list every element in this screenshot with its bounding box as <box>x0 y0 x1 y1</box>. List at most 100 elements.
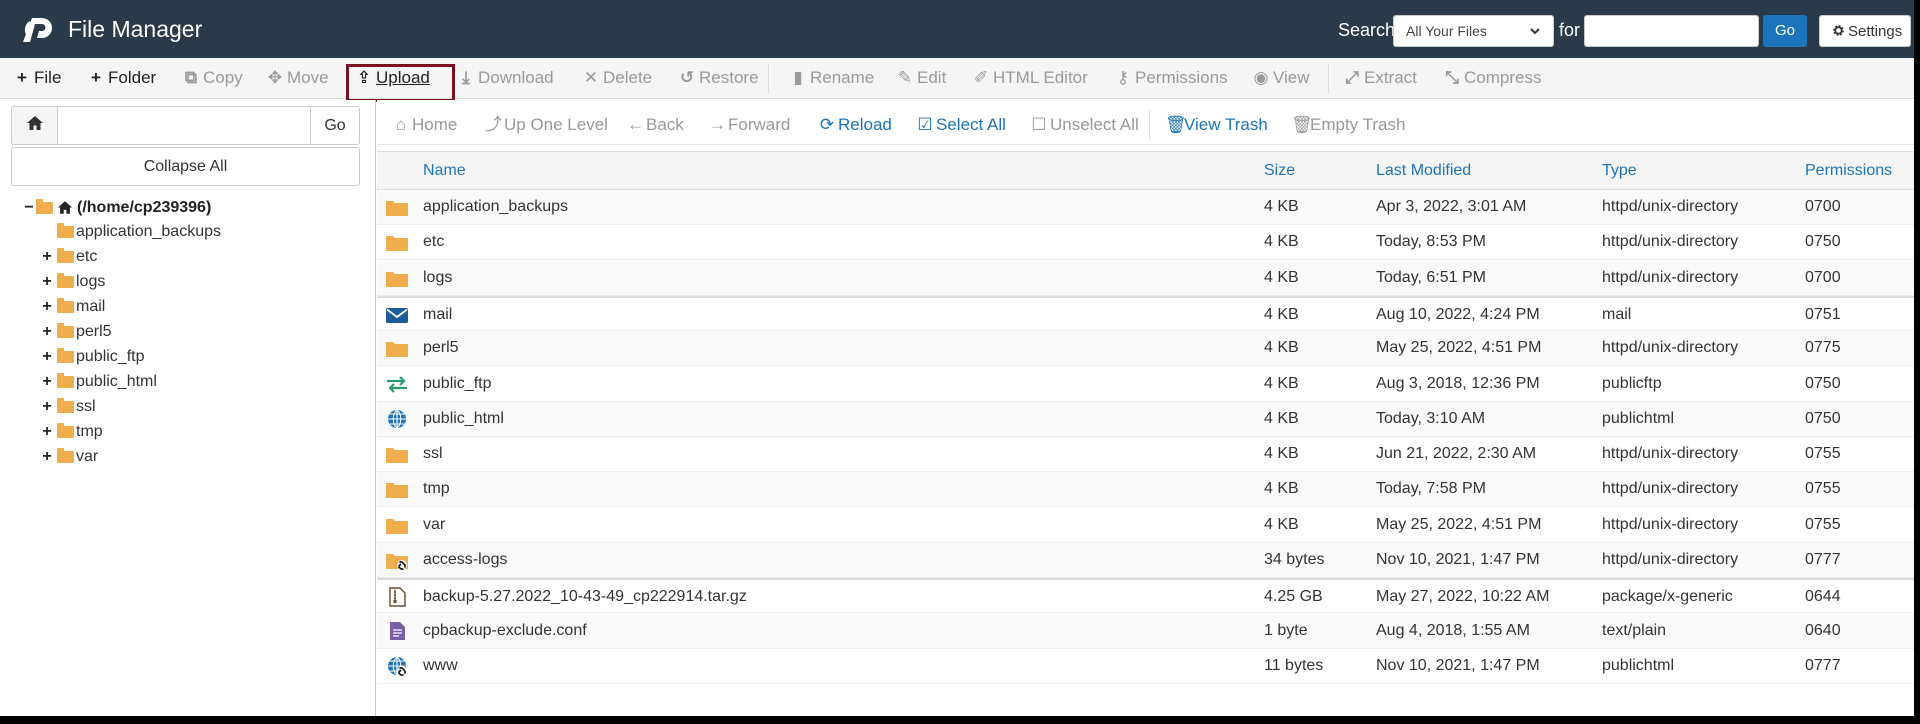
file-name-cell[interactable]: ssl <box>423 437 443 471</box>
extract-button[interactable]: ⤢ Extract <box>1344 58 1417 99</box>
up-one-level-button[interactable]: ⤴ Up One Level <box>485 106 608 144</box>
back-button[interactable]: ← Back <box>627 106 684 144</box>
file-name-cell[interactable]: cpbackup-exclude.conf <box>423 614 587 648</box>
empty-trash-button[interactable]: 🗑Empty Trash <box>1291 106 1405 144</box>
restore-button[interactable]: ↺ Restore <box>679 58 759 99</box>
copy-button[interactable]: ⧉ Copy <box>183 58 243 99</box>
home-nav-button[interactable]: ⌂ Home <box>393 106 458 144</box>
table-row[interactable]: access-logs 34 bytes Nov 10, 2021, 1:47 PM… <box>377 543 1914 578</box>
new-file-label: File <box>34 68 62 87</box>
column-header-last-modified[interactable]: Last Modified <box>1376 152 1471 190</box>
tree-item-label: logs <box>76 273 106 290</box>
file-size-cell: 4 KB <box>1264 515 1299 533</box>
move-button[interactable]: ✥ Move <box>267 58 329 99</box>
file-name-cell[interactable]: public_ftp <box>423 367 492 401</box>
expand-toggle-icon[interactable]: + <box>40 445 54 469</box>
compress-icon: ⤡ <box>1445 68 1459 87</box>
html-editor-button[interactable]: ✐ HTML Editor <box>973 58 1088 99</box>
table-row[interactable]: ssl 4 KB Jun 21, 2022, 2:30 AM httpd/unix-d… <box>377 437 1914 473</box>
table-row[interactable]: logs 4 KB Today, 6:51 PM httpd/unix-directo… <box>377 260 1914 296</box>
view-trash-button[interactable]: 🗑View Trash <box>1165 106 1268 144</box>
table-row[interactable]: public_ftp 4 KB Aug 3, 2018, 12:36 PM publi… <box>377 367 1914 402</box>
file-name-cell[interactable]: application_backups <box>423 190 568 224</box>
file-name-cell[interactable]: backup-5.27.2022_10-43-49_cp222914.tar.g… <box>423 580 747 614</box>
new-file-button[interactable]: + File <box>14 58 61 99</box>
table-row[interactable]: perl5 4 KB May 25, 2022, 4:51 PM httpd/unix… <box>377 331 1914 367</box>
file-name-cell[interactable]: mail <box>423 298 452 332</box>
plus-icon: + <box>17 68 27 87</box>
file-name-cell[interactable]: access-logs <box>423 543 507 577</box>
file-type-cell: httpd/unix-directory <box>1602 480 1739 498</box>
search-input[interactable] <box>1584 15 1759 47</box>
expand-toggle-icon[interactable]: + <box>40 245 54 269</box>
file-size-cell: 4 KB <box>1264 374 1299 392</box>
reload-button[interactable]: ⟳ Reload <box>819 106 892 144</box>
collapse-toggle-icon[interactable]: − <box>22 196 36 220</box>
table-row[interactable]: cpbackup-exclude.conf 1 byte Aug 4, 2018, … <box>377 613 1914 649</box>
file-modified-cell: Today, 6:51 PM <box>1376 268 1486 286</box>
home-button[interactable] <box>11 106 58 145</box>
delete-button[interactable]: ✕ Delete <box>583 58 652 99</box>
edit-button[interactable]: ✎ Edit <box>897 58 946 99</box>
select-all-button[interactable]: ☑ Select All <box>917 106 1006 144</box>
upload-highlight-box <box>346 64 455 102</box>
file-name-cell[interactable]: var <box>423 508 445 542</box>
file-name-cell[interactable]: etc <box>423 225 444 259</box>
rename-button[interactable]: ▮ Rename <box>790 58 874 99</box>
table-row[interactable]: www 11 bytes Nov 10, 2021, 1:47 PM publicht… <box>377 649 1914 684</box>
column-header-name[interactable]: Name <box>423 152 466 190</box>
column-header-type[interactable]: Type <box>1602 152 1637 190</box>
tree-item-label: perl5 <box>76 323 112 340</box>
folder-link-icon <box>386 554 408 570</box>
table-row[interactable]: var 4 KB May 25, 2022, 4:51 PM httpd/unix-d… <box>377 508 1914 543</box>
column-header-size[interactable]: Size <box>1264 152 1295 190</box>
path-input[interactable] <box>57 106 311 145</box>
expand-toggle-icon[interactable]: + <box>40 420 54 444</box>
folder-icon <box>57 323 74 338</box>
up-one-level-label: Up One Level <box>504 115 608 134</box>
file-manager-window: File Manager Search All Your Files for G… <box>0 0 1914 716</box>
settings-button[interactable]: Settings <box>1819 15 1911 47</box>
expand-toggle-icon[interactable]: + <box>40 270 54 294</box>
file-name-cell[interactable]: perl5 <box>423 331 459 365</box>
table-row[interactable]: tmp 4 KB Today, 7:58 PM httpd/unix-director… <box>377 472 1914 508</box>
table-row[interactable]: application_backups 4 KB Apr 3, 2022, 3:01… <box>377 190 1914 225</box>
file-name-cell[interactable]: tmp <box>423 472 450 506</box>
file-permissions-cell: 0755 <box>1805 445 1841 463</box>
new-folder-button[interactable]: + Folder <box>88 58 156 99</box>
table-row[interactable]: mail 4 KB Aug 10, 2022, 4:24 PM mail 0751 <box>377 295 1914 332</box>
expand-toggle-icon[interactable]: + <box>40 295 54 319</box>
arrow-right-icon: → <box>709 115 726 134</box>
file-name-cell[interactable]: www <box>423 649 458 683</box>
folder-icon <box>57 298 74 313</box>
file-name-cell[interactable]: public_html <box>423 402 504 436</box>
forward-button[interactable]: → Forward <box>709 106 790 144</box>
permissions-button[interactable]: ⚷ Permissions <box>1115 58 1228 99</box>
download-icon: ⤓ <box>462 68 470 87</box>
table-row[interactable]: backup-5.27.2022_10-43-49_cp222914.tar.g… <box>377 578 1914 614</box>
search-go-button[interactable]: Go <box>1763 15 1807 47</box>
collapse-all-button[interactable]: Collapse All <box>11 147 360 186</box>
nav-divider <box>1149 110 1150 140</box>
view-button[interactable]: ◉ View <box>1253 58 1310 99</box>
expand-toggle-icon[interactable]: + <box>40 345 54 369</box>
expand-toggle-icon[interactable]: + <box>40 395 54 419</box>
download-button[interactable]: ⤓ Download <box>458 58 553 99</box>
unselect-all-button[interactable]: ☐ Unselect All <box>1031 106 1138 144</box>
plus-icon: + <box>91 68 101 87</box>
table-row[interactable]: etc 4 KB Today, 8:53 PM httpd/unix-director… <box>377 225 1914 261</box>
path-go-button[interactable]: Go <box>310 106 360 145</box>
file-name-cell[interactable]: logs <box>423 261 452 295</box>
cpanel-logo-icon[interactable] <box>18 14 58 44</box>
new-folder-label: Folder <box>108 68 157 87</box>
home-nav-label: Home <box>412 115 458 134</box>
column-header-permissions[interactable]: Permissions <box>1805 152 1892 190</box>
file-modified-cell: Today, 8:53 PM <box>1376 233 1486 251</box>
tree-item-label: ssl <box>76 398 96 415</box>
search-scope-select[interactable]: All Your Files <box>1393 15 1554 47</box>
compress-button[interactable]: ⤡ Compress <box>1444 58 1541 99</box>
transfer-icon <box>387 375 407 393</box>
expand-toggle-icon[interactable]: + <box>40 320 54 344</box>
expand-toggle-icon[interactable]: + <box>40 370 54 394</box>
table-row[interactable]: public_html 4 KB Today, 3:10 AM publichtml 0… <box>377 401 1914 437</box>
